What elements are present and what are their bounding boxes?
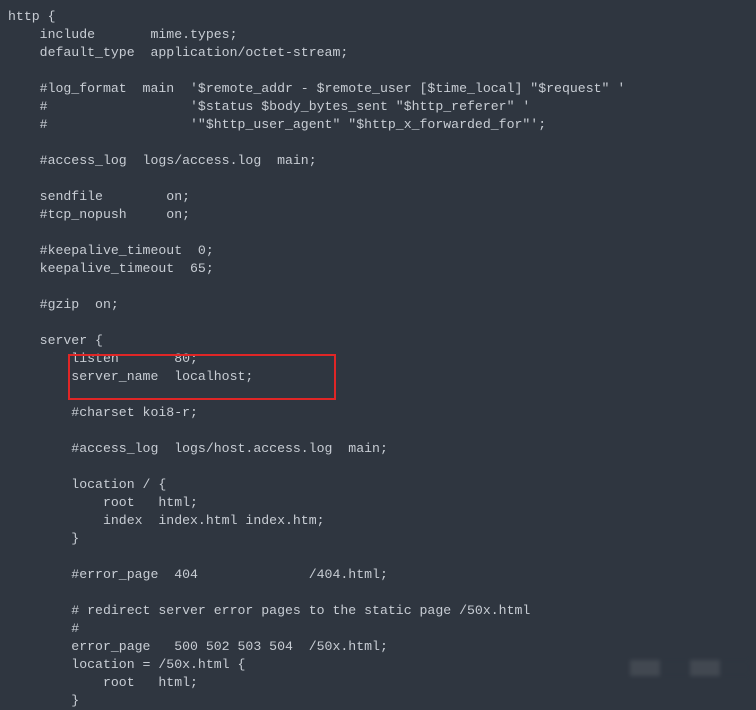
code-line: [0, 278, 756, 296]
code-line: #tcp_nopush on;: [0, 206, 756, 224]
code-line: #: [0, 620, 756, 638]
code-line: #error_page 404 /404.html;: [0, 566, 756, 584]
code-line: listen 80;: [0, 350, 756, 368]
code-line: # '$status $body_bytes_sent "$http_refer…: [0, 98, 756, 116]
code-line: include mime.types;: [0, 26, 756, 44]
code-line: [0, 224, 756, 242]
code-line: # redirect server error pages to the sta…: [0, 602, 756, 620]
code-line: # '"$http_user_agent" "$http_x_forwarded…: [0, 116, 756, 134]
code-line: [0, 584, 756, 602]
code-line: }: [0, 692, 756, 710]
code-line: server_name localhost;: [0, 368, 756, 386]
code-line: [0, 386, 756, 404]
code-line: index index.html index.htm;: [0, 512, 756, 530]
image-artifact-smudge: [630, 660, 750, 676]
code-line: [0, 458, 756, 476]
code-line: default_type application/octet-stream;: [0, 44, 756, 62]
code-line: #access_log logs/access.log main;: [0, 152, 756, 170]
code-line: location / {: [0, 476, 756, 494]
code-line: #charset koi8-r;: [0, 404, 756, 422]
code-line: [0, 134, 756, 152]
code-line: #log_format main '$remote_addr - $remote…: [0, 80, 756, 98]
code-line: #keepalive_timeout 0;: [0, 242, 756, 260]
code-line: root html;: [0, 494, 756, 512]
code-line: #gzip on;: [0, 296, 756, 314]
code-line: sendfile on;: [0, 188, 756, 206]
code-line: keepalive_timeout 65;: [0, 260, 756, 278]
code-line: server {: [0, 332, 756, 350]
code-line: }: [0, 530, 756, 548]
nginx-config-code-block: http { include mime.types; default_type …: [0, 0, 756, 710]
code-line: [0, 314, 756, 332]
code-line: error_page 500 502 503 504 /50x.html;: [0, 638, 756, 656]
code-line: [0, 422, 756, 440]
code-line: #access_log logs/host.access.log main;: [0, 440, 756, 458]
code-line: http {: [0, 8, 756, 26]
code-line: [0, 62, 756, 80]
code-line: [0, 170, 756, 188]
code-line: root html;: [0, 674, 756, 692]
code-line: [0, 548, 756, 566]
